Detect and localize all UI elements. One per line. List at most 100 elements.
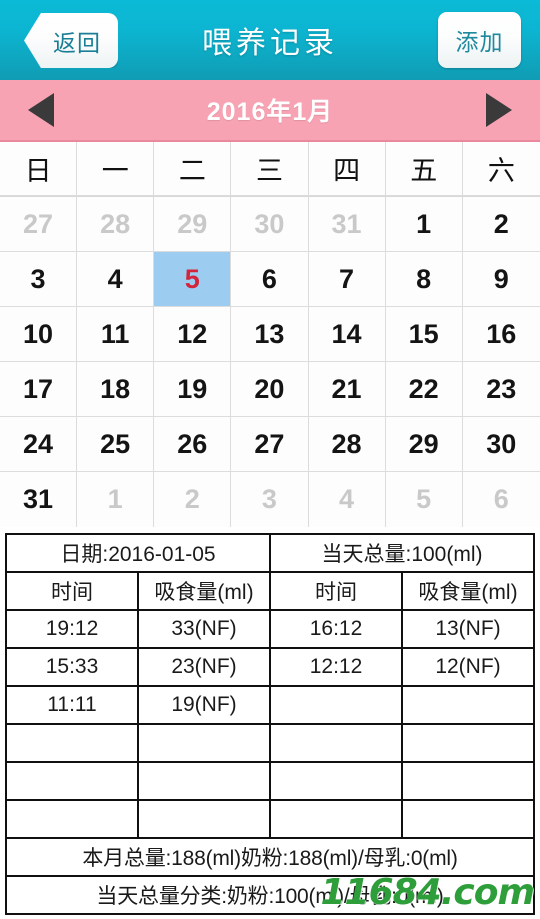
record-day-breakdown-row: 当天总量分类:奶粉:100(ml)/母乳:0(ml) bbox=[5, 875, 535, 915]
calendar-day[interactable]: 31 bbox=[0, 472, 78, 527]
calendar-day[interactable]: 23 bbox=[462, 362, 540, 417]
record-cell[interactable] bbox=[401, 799, 535, 839]
record-cell[interactable]: 12(NF) bbox=[401, 647, 535, 687]
calendar-day[interactable]: 20 bbox=[231, 362, 309, 417]
record-cell[interactable] bbox=[137, 799, 271, 839]
record-cell[interactable] bbox=[401, 685, 535, 725]
calendar-body: 27 28 29 30 31 1 2 3 4 5 6 7 8 9 10 11 12 13 14 15 16 17 18 19 2… bbox=[0, 197, 540, 527]
calendar-day[interactable]: 31 bbox=[308, 197, 386, 252]
calendar-day[interactable]: 21 bbox=[308, 362, 386, 417]
table-row bbox=[5, 761, 535, 801]
back-button[interactable]: 返回 bbox=[24, 13, 118, 68]
calendar-day[interactable]: 8 bbox=[385, 252, 463, 307]
calendar-day[interactable]: 2 bbox=[154, 472, 232, 527]
record-day-total-label: 当天总量:100(ml) bbox=[269, 533, 535, 573]
add-button[interactable]: 添加 bbox=[438, 12, 521, 68]
record-cell[interactable] bbox=[137, 761, 271, 801]
top-navbar: 返回 喂养记录 添加 bbox=[0, 0, 540, 80]
calendar-weekday-6: 六 bbox=[462, 142, 540, 196]
record-cell[interactable]: 19(NF) bbox=[137, 685, 271, 725]
calendar-day[interactable]: 27 bbox=[0, 197, 78, 252]
calendar-day[interactable]: 18 bbox=[77, 362, 155, 417]
calendar-day[interactable]: 29 bbox=[385, 417, 463, 472]
calendar-day[interactable]: 1 bbox=[77, 472, 155, 527]
calendar-day[interactable]: 11 bbox=[77, 307, 155, 362]
record-cell[interactable] bbox=[269, 799, 403, 839]
calendar-day[interactable]: 25 bbox=[77, 417, 155, 472]
feeding-record-screen: 返回 喂养记录 添加 2016年1月 日一二三四五六 27 28 29 30 31 1 2 3… bbox=[0, 0, 540, 919]
calendar-day[interactable]: 30 bbox=[462, 417, 540, 472]
record-table: 日期:2016-01-05 当天总量:100(ml) 时间 吸食量(ml) 时间 吸食量(… bbox=[5, 533, 535, 915]
table-row bbox=[5, 799, 535, 839]
table-row bbox=[5, 723, 535, 763]
record-date-label: 日期:2016-01-05 bbox=[5, 533, 271, 573]
calendar-day[interactable]: 16 bbox=[462, 307, 540, 362]
calendar-weekday-header: 日一二三四五六 bbox=[0, 142, 540, 197]
record-cell[interactable] bbox=[269, 685, 403, 725]
record-column-header-3: 吸食量(ml) bbox=[401, 571, 535, 611]
calendar-weekday-2: 二 bbox=[154, 142, 232, 196]
page-title: 喂养记录 bbox=[202, 27, 338, 60]
calendar-day[interactable]: 3 bbox=[231, 472, 309, 527]
triangle-right-icon[interactable] bbox=[486, 93, 512, 127]
calendar-day[interactable]: 28 bbox=[77, 197, 155, 252]
record-cell[interactable] bbox=[401, 723, 535, 763]
record-cell[interactable] bbox=[5, 723, 139, 763]
record-cell[interactable]: 23(NF) bbox=[137, 647, 271, 687]
record-cell[interactable] bbox=[5, 799, 139, 839]
calendar-day[interactable]: 1 bbox=[385, 197, 463, 252]
table-row: 15:33 23(NF) 12:12 12(NF) bbox=[5, 647, 535, 687]
calendar-day[interactable]: 26 bbox=[154, 417, 232, 472]
calendar-week-row: 10 11 12 13 14 15 16 bbox=[0, 307, 540, 362]
table-row: 11:11 19(NF) bbox=[5, 685, 535, 725]
calendar-day[interactable]: 12 bbox=[154, 307, 232, 362]
calendar-day-selected[interactable]: 5 bbox=[154, 252, 232, 307]
record-cell[interactable] bbox=[269, 761, 403, 801]
calendar-day[interactable]: 10 bbox=[0, 307, 78, 362]
calendar-day[interactable]: 28 bbox=[308, 417, 386, 472]
record-cell[interactable] bbox=[137, 723, 271, 763]
calendar-week-row: 17 18 19 20 21 22 23 bbox=[0, 362, 540, 417]
calendar-weekday-5: 五 bbox=[385, 142, 463, 196]
calendar-weekday-3: 三 bbox=[231, 142, 309, 196]
record-cell[interactable]: 19:12 bbox=[5, 609, 139, 649]
record-table-wrapper: 日期:2016-01-05 当天总量:100(ml) 时间 吸食量(ml) 时间 吸食量(… bbox=[0, 527, 540, 915]
calendar-day[interactable]: 30 bbox=[231, 197, 309, 252]
calendar-day[interactable]: 29 bbox=[154, 197, 232, 252]
record-cell[interactable]: 33(NF) bbox=[137, 609, 271, 649]
record-cell[interactable]: 11:11 bbox=[5, 685, 139, 725]
calendar-day[interactable]: 24 bbox=[0, 417, 78, 472]
record-cell[interactable]: 15:33 bbox=[5, 647, 139, 687]
calendar-day[interactable]: 22 bbox=[385, 362, 463, 417]
calendar-day[interactable]: 7 bbox=[308, 252, 386, 307]
record-column-header-2: 时间 bbox=[269, 571, 403, 611]
calendar-day[interactable]: 4 bbox=[308, 472, 386, 527]
record-column-header-0: 时间 bbox=[5, 571, 139, 611]
calendar-day[interactable]: 6 bbox=[231, 252, 309, 307]
record-cell[interactable]: 13(NF) bbox=[401, 609, 535, 649]
calendar-day[interactable]: 2 bbox=[462, 197, 540, 252]
triangle-left-icon[interactable] bbox=[28, 93, 54, 127]
record-cell[interactable] bbox=[401, 761, 535, 801]
add-button-label: 添加 bbox=[455, 29, 504, 55]
calendar-day[interactable]: 17 bbox=[0, 362, 78, 417]
record-cell[interactable] bbox=[269, 723, 403, 763]
calendar-day[interactable]: 14 bbox=[308, 307, 386, 362]
calendar-weekday-1: 一 bbox=[77, 142, 155, 196]
calendar-week-row: 31 1 2 3 4 5 6 bbox=[0, 472, 540, 527]
calendar-week-row: 3456789 bbox=[0, 252, 540, 307]
record-cell[interactable] bbox=[5, 761, 139, 801]
calendar-day[interactable]: 3 bbox=[0, 252, 78, 307]
calendar-day[interactable]: 27 bbox=[231, 417, 309, 472]
calendar-day[interactable]: 13 bbox=[231, 307, 309, 362]
calendar-day[interactable]: 5 bbox=[385, 472, 463, 527]
calendar-day[interactable]: 4 bbox=[77, 252, 155, 307]
calendar-day[interactable]: 19 bbox=[154, 362, 232, 417]
calendar-day[interactable]: 15 bbox=[385, 307, 463, 362]
calendar-weekday-0: 日 bbox=[0, 142, 78, 196]
record-cell[interactable]: 16:12 bbox=[269, 609, 403, 649]
calendar-day[interactable]: 6 bbox=[462, 472, 540, 527]
calendar-day[interactable]: 9 bbox=[462, 252, 540, 307]
record-meta-row: 日期:2016-01-05 当天总量:100(ml) bbox=[5, 533, 535, 573]
record-cell[interactable]: 12:12 bbox=[269, 647, 403, 687]
